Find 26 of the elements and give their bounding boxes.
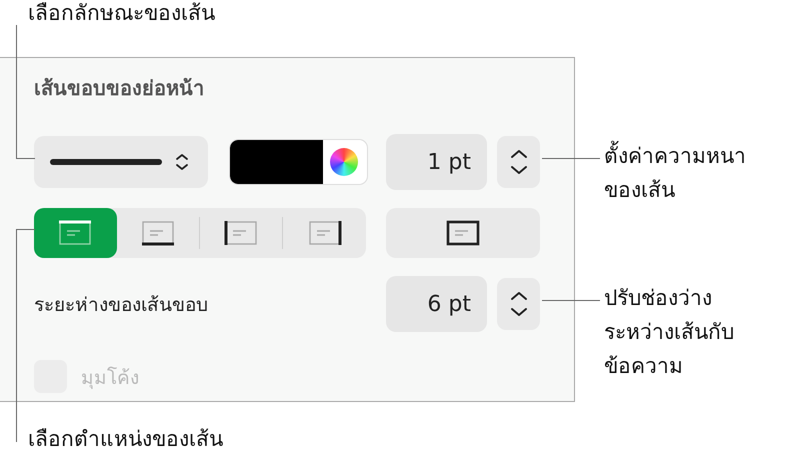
box-outline-icon bbox=[446, 220, 480, 246]
solid-line-icon bbox=[50, 159, 162, 165]
color-wheel-icon[interactable] bbox=[330, 148, 358, 176]
callout-text: ตั้งค่าความหนา ของเส้น bbox=[604, 139, 746, 207]
thickness-field[interactable]: 1 pt bbox=[386, 134, 487, 190]
stepper-arrows-icon bbox=[508, 290, 528, 318]
border-left-icon bbox=[224, 220, 258, 246]
color-well[interactable] bbox=[230, 140, 367, 184]
line-style-popup[interactable] bbox=[34, 136, 208, 188]
checkbox-label: มุมโค้ง bbox=[81, 366, 139, 391]
border-top-icon bbox=[58, 220, 92, 246]
leader-line bbox=[542, 300, 600, 301]
border-right-icon bbox=[308, 220, 342, 246]
section-title: เส้นขอบของย่อหน้า bbox=[34, 75, 205, 102]
outline-border-button[interactable] bbox=[386, 208, 540, 258]
stepper[interactable] bbox=[497, 278, 540, 330]
leader-line bbox=[542, 158, 600, 159]
callout-text: เลือกลักษณะของเส้น bbox=[28, 0, 215, 27]
spacing-label: ระยะห่างของเส้นขอบ bbox=[34, 293, 209, 318]
callout-text: เลือกตำแหน่งของเส้น bbox=[28, 426, 223, 453]
spacing-field[interactable]: 6 pt bbox=[386, 276, 487, 332]
callout-text: ปรับช่องว่าง ระหว่างเส้นกับ ข้อความ bbox=[604, 285, 734, 380]
stepper[interactable] bbox=[497, 136, 540, 188]
stepper-arrows-icon bbox=[508, 148, 528, 176]
border-bottom-icon bbox=[140, 220, 175, 246]
chevron-icon bbox=[174, 152, 190, 172]
